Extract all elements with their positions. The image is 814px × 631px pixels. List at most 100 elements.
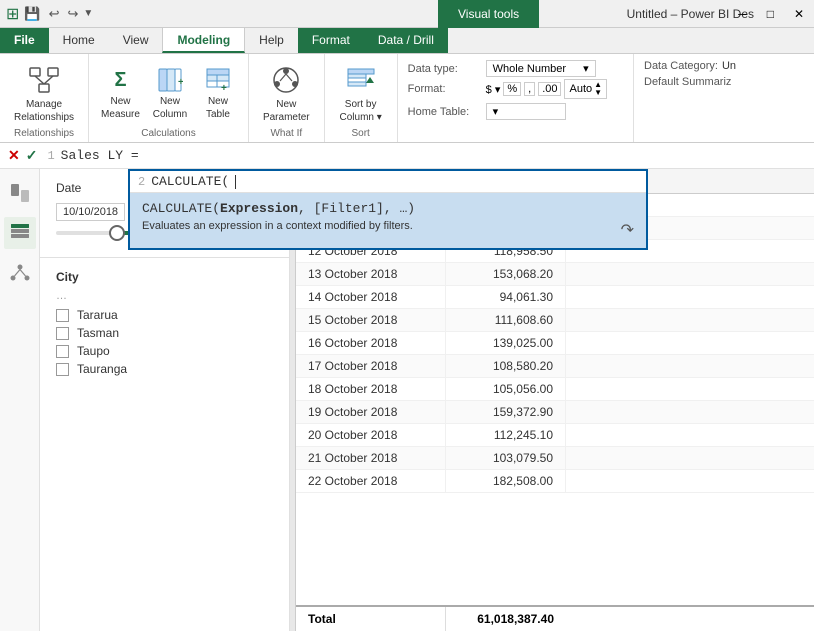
calculations-group-label: Calculations bbox=[141, 128, 195, 142]
table-cell-sales: 103,079.50 bbox=[446, 447, 566, 469]
checkbox-taupo[interactable] bbox=[56, 345, 69, 358]
new-column-icon: + bbox=[155, 65, 185, 95]
city-item-tauranga[interactable]: Tauranga bbox=[56, 360, 273, 378]
svg-text:+: + bbox=[221, 83, 227, 93]
tab-view[interactable]: View bbox=[109, 27, 163, 53]
table-cell-date: 17 October 2018 bbox=[296, 355, 446, 377]
table-cell-sales: 153,068.20 bbox=[446, 263, 566, 285]
sidebar bbox=[0, 169, 40, 631]
checkbox-tararua[interactable] bbox=[56, 309, 69, 322]
home-table-label: Home Table: bbox=[408, 106, 480, 118]
new-parameter-label: New Parameter bbox=[263, 98, 310, 124]
autocomplete-popup: CALCULATE(Expression, [Filter1], …) Eval… bbox=[130, 193, 646, 248]
sidebar-icon-report[interactable] bbox=[4, 177, 36, 209]
ribbon-group-sort: Sort byColumn ▾ Sort bbox=[325, 54, 398, 142]
table-cell-date: 22 October 2018 bbox=[296, 470, 446, 492]
new-measure-button[interactable]: Σ New Measure bbox=[97, 63, 144, 123]
formula-text-2[interactable]: CALCULATE( bbox=[151, 174, 229, 189]
table-cell-date: 19 October 2018 bbox=[296, 401, 446, 423]
table-cell-date: 21 October 2018 bbox=[296, 447, 446, 469]
title-bar-icons: ⊞ 💾 ↩ ↪ ▼ bbox=[0, 4, 99, 24]
new-table-icon: + bbox=[203, 65, 233, 95]
new-table-button[interactable]: + New Table bbox=[196, 63, 240, 123]
manage-relationships-label: Manage Relationships bbox=[14, 98, 74, 124]
table-cell-date: 20 October 2018 bbox=[296, 424, 446, 446]
table-cell-sales: 105,056.00 bbox=[446, 378, 566, 400]
formula-line-num-2: 2 bbox=[138, 175, 145, 189]
table-row: 15 October 2018111,608.60 bbox=[296, 309, 814, 332]
new-column-button[interactable]: + New Column bbox=[148, 63, 192, 123]
table-cell-sales: 139,025.00 bbox=[446, 332, 566, 354]
checkbox-tauranga[interactable] bbox=[56, 363, 69, 376]
checkbox-tasman[interactable] bbox=[56, 327, 69, 340]
save-icon[interactable]: 💾 bbox=[21, 6, 43, 22]
slider-thumb-left[interactable] bbox=[109, 225, 125, 241]
tab-help[interactable]: Help bbox=[245, 27, 298, 53]
new-measure-label: New Measure bbox=[101, 95, 140, 121]
city-slicer: City … Tararua Tasman Taupo Tauranga bbox=[40, 258, 289, 390]
visual-tools-tab: Visual tools bbox=[438, 0, 539, 28]
tab-modeling[interactable]: Modeling bbox=[162, 27, 245, 53]
table-cell-sales: 182,508.00 bbox=[446, 470, 566, 492]
city-slicer-title: City bbox=[56, 270, 273, 284]
new-table-label: New Table bbox=[206, 95, 230, 121]
app-icon: ⊞ bbox=[6, 4, 19, 24]
window-controls[interactable]: ─ □ ✕ bbox=[728, 0, 814, 28]
table-cell-date: 15 October 2018 bbox=[296, 309, 446, 331]
tab-format[interactable]: Format bbox=[298, 27, 364, 53]
ribbon-group-relationships: Manage Relationships Relationships bbox=[0, 54, 89, 142]
date-start-input[interactable]: 10/10/2018 bbox=[56, 203, 125, 221]
ribbon-group-whatif: New Parameter What If bbox=[249, 54, 325, 142]
ribbon-properties: Data type: Whole Number ▾ Format: $ ▾ % … bbox=[398, 54, 634, 142]
default-summarize-label: Default Summariz bbox=[644, 76, 731, 88]
home-table-dropdown[interactable]: ▾ bbox=[486, 103, 566, 120]
sidebar-icon-data[interactable] bbox=[4, 217, 36, 249]
formula-box: 2 CALCULATE( CALCULATE(Expression, [Filt… bbox=[128, 169, 648, 250]
tab-home[interactable]: Home bbox=[49, 27, 109, 53]
table-cell-date: 14 October 2018 bbox=[296, 286, 446, 308]
formula-confirm-icon[interactable]: ✓ bbox=[26, 147, 38, 164]
ribbon-group-calculations: Σ New Measure + New Column bbox=[89, 54, 249, 142]
format-dropdown[interactable]: $ ▾ % , .00 Auto ▲▼ bbox=[486, 79, 607, 99]
table-cell-sales: 112,245.10 bbox=[446, 424, 566, 446]
cursor-icon: ↷ bbox=[621, 220, 634, 240]
data-type-dropdown[interactable]: Whole Number ▾ bbox=[486, 60, 596, 77]
table-row: 17 October 2018108,580.20 bbox=[296, 355, 814, 378]
table-row: 21 October 2018103,079.50 bbox=[296, 447, 814, 470]
formula-line-num-1: 1 bbox=[47, 149, 54, 163]
data-type-label: Data type: bbox=[408, 63, 480, 75]
table-row: 18 October 2018105,056.00 bbox=[296, 378, 814, 401]
undo-icon[interactable]: ↩ bbox=[46, 6, 63, 22]
sort-group-label: Sort bbox=[351, 128, 369, 142]
table-cell-sales: 94,061.30 bbox=[446, 286, 566, 308]
new-parameter-button[interactable]: New Parameter bbox=[257, 60, 316, 126]
table-footer: Total 61,018,387.40 bbox=[296, 605, 814, 631]
table-row: 20 October 2018112,245.10 bbox=[296, 424, 814, 447]
manage-relationships-icon bbox=[26, 62, 62, 98]
ribbon-right-properties: Data Category: Un Default Summariz bbox=[634, 54, 814, 142]
tab-file[interactable]: File bbox=[0, 27, 49, 53]
redo-icon[interactable]: ↪ bbox=[65, 6, 82, 22]
table-row: 22 October 2018182,508.00 bbox=[296, 470, 814, 493]
city-item-taupo[interactable]: Taupo bbox=[56, 342, 273, 360]
relationships-group-label: Relationships bbox=[14, 128, 74, 142]
city-item-tararua[interactable]: Tararua bbox=[56, 306, 273, 324]
table-cell-date: 13 October 2018 bbox=[296, 263, 446, 285]
tab-data-drill[interactable]: Data / Drill bbox=[364, 27, 448, 53]
svg-text:+: + bbox=[178, 77, 183, 88]
table-row: 14 October 201894,061.30 bbox=[296, 286, 814, 309]
dropdown-icon[interactable]: ▼ bbox=[83, 8, 93, 19]
manage-relationships-button[interactable]: Manage Relationships bbox=[8, 60, 80, 126]
sort-by-column-button[interactable]: Sort byColumn ▾ bbox=[333, 60, 389, 126]
table-cell-sales: 108,580.20 bbox=[446, 355, 566, 377]
new-parameter-icon bbox=[268, 62, 304, 98]
data-category-value: Un bbox=[722, 60, 736, 72]
sidebar-icon-model[interactable] bbox=[4, 257, 36, 289]
data-category-label: Data Category: bbox=[644, 60, 718, 72]
sort-by-column-icon bbox=[343, 62, 379, 98]
city-item-tasman[interactable]: Tasman bbox=[56, 324, 273, 342]
formula-cancel-icon[interactable]: ✕ bbox=[8, 147, 20, 164]
new-measure-icon: Σ bbox=[106, 65, 136, 95]
table-row: 13 October 2018153,068.20 bbox=[296, 263, 814, 286]
autocomplete-function-signature[interactable]: CALCULATE(Expression, [Filter1], …) bbox=[142, 201, 634, 216]
